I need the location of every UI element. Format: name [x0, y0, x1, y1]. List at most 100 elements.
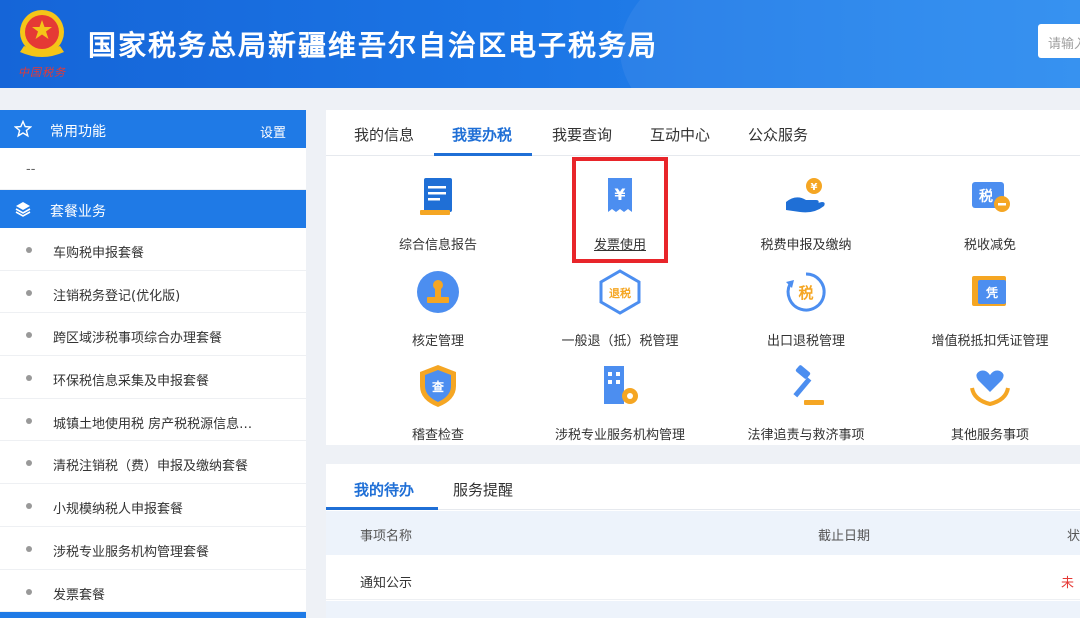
stamp-icon: [417, 271, 459, 313]
package-list: 车购税申报套餐 注销税务登记(优化版) 跨区域涉税事项综合办理套餐 环保税信息采…: [0, 228, 306, 613]
sidebar-next-header[interactable]: [0, 612, 306, 618]
layers-icon: [15, 202, 31, 217]
service-tax-reduction[interactable]: 税 税收减免: [910, 172, 1070, 253]
sidebar-item[interactable]: 发票套餐: [0, 570, 306, 613]
main-tabs: 我的信息 我要办税 我要查询 互动中心 公众服务: [326, 110, 1080, 156]
todo-panel: 我的待办 服务提醒 事项名称 截止日期 状 通知公示 未: [326, 464, 1080, 618]
active-tab-indicator: [326, 507, 438, 510]
service-audit-inspection[interactable]: 查 稽查检查: [358, 362, 518, 443]
settings-link[interactable]: 设置: [260, 122, 286, 141]
tab-service-reminder[interactable]: 服务提醒: [453, 479, 513, 500]
service-assessment[interactable]: 核定管理: [358, 268, 518, 349]
sidebar-package-label: 套餐业务: [50, 204, 106, 220]
sidebar-common-label: 常用功能: [50, 124, 106, 140]
sidebar-item[interactable]: 清税注销税（费）申报及缴纳套餐: [0, 441, 306, 485]
service-other[interactable]: 其他服务事项: [910, 362, 1070, 443]
document-report-icon: [420, 178, 452, 215]
service-label: 涉税专业服务机构管理: [554, 428, 685, 443]
tax-refund-icon: 退税: [599, 269, 641, 315]
sidebar: 常用功能 设置 -- 套餐业务 车购税申报套餐 注销税务登记(优化版) 跨区域涉…: [0, 110, 306, 618]
service-label: 出口退税管理: [766, 334, 845, 349]
service-panel: 我的信息 我要办税 我要查询 互动中心 公众服务 综合信息报告 ¥ 发票使用 ¥…: [326, 110, 1080, 445]
sidebar-item-label: 清税注销税（费）申报及缴纳套餐: [53, 459, 249, 475]
service-agency-management[interactable]: 涉税专业服务机构管理: [540, 362, 700, 443]
bullet-icon: [26, 545, 32, 552]
svg-text:凭: 凭: [985, 285, 998, 300]
sidebar-item-label: 城镇土地使用税 房产税税源信息…: [53, 416, 253, 432]
sidebar-item[interactable]: 小规模纳税人申报套餐: [0, 484, 306, 527]
service-label: 税收减免: [963, 238, 1016, 253]
bullet-icon: [26, 588, 32, 595]
svg-text:税: 税: [798, 284, 813, 302]
table-row: [326, 601, 1080, 618]
svg-text:¥: ¥: [811, 182, 818, 193]
service-label: 稽查检查: [411, 428, 464, 443]
service-label: 综合信息报告: [398, 238, 477, 253]
national-emblem-icon: [20, 10, 64, 57]
service-refund[interactable]: 退税 一般退（抵）税管理: [540, 268, 700, 349]
search-input[interactable]: 请输入: [1038, 24, 1080, 58]
bullet-icon: [26, 460, 32, 467]
sidebar-item-label: 注销税务登记(优化版): [53, 288, 181, 304]
sidebar-package-header[interactable]: 套餐业务: [0, 190, 306, 228]
service-legal-remedy[interactable]: 法律追责与救济事项: [726, 362, 886, 443]
voucher-icon: 凭: [972, 276, 1006, 306]
svg-text:退税: 退税: [609, 286, 631, 300]
bullet-icon: [26, 332, 32, 339]
bullet-icon: [26, 417, 32, 424]
service-comprehensive-report[interactable]: 综合信息报告: [358, 172, 518, 253]
sidebar-item-label: 跨区域涉税事项综合办理套餐: [53, 331, 223, 347]
sidebar-item[interactable]: 跨区域涉税事项综合办理套餐: [0, 313, 306, 357]
sidebar-item[interactable]: 城镇土地使用税 房产税税源信息…: [0, 399, 306, 442]
sidebar-item[interactable]: 涉税专业服务机构管理套餐: [0, 527, 306, 570]
service-label: 核定管理: [411, 334, 464, 349]
bullet-icon: [26, 375, 32, 382]
sidebar-item-label: 小规模纳税人申报套餐: [53, 502, 184, 518]
tab-do-tax[interactable]: 我要办税: [452, 124, 512, 145]
service-label: 增值税抵扣凭证管理: [931, 334, 1049, 349]
inspection-shield-icon: 查: [420, 365, 456, 407]
column-header: 状: [1067, 529, 1080, 544]
sidebar-item-label: 车购税申报套餐: [53, 246, 145, 261]
emblem-caption: 中国税务: [18, 66, 66, 79]
sidebar-item-label: 涉税专业服务机构管理套餐: [53, 544, 210, 560]
service-label: 税费申报及缴纳: [760, 238, 852, 253]
bullet-icon: [26, 289, 32, 296]
tab-public-service[interactable]: 公众服务: [748, 124, 808, 145]
service-label: 法律追责与救济事项: [747, 428, 865, 443]
todo-tabs: 我的待办 服务提醒: [326, 464, 1080, 510]
sidebar-item-label: 发票套餐: [53, 587, 106, 603]
service-label: 其他服务事项: [950, 428, 1029, 443]
bullet-icon: [26, 503, 32, 510]
table-header: 事项名称 截止日期 状: [326, 511, 1080, 555]
highlight-box: [572, 157, 668, 263]
active-tab-indicator: [434, 153, 532, 156]
svg-text:税: 税: [979, 188, 993, 205]
service-export-refund[interactable]: 税 出口退税管理: [726, 268, 886, 349]
todo-item-status: 未: [1061, 576, 1075, 591]
column-header: 事项名称: [360, 529, 413, 544]
column-header: 截止日期: [818, 529, 871, 544]
service-tax-declaration[interactable]: ¥ 税费申报及缴纳: [726, 172, 886, 253]
svg-text:查: 查: [431, 379, 445, 394]
tax-minus-icon: 税: [972, 182, 1010, 212]
site-header: 中国税务 国家税务总局新疆维吾尔自治区电子税务局 请输入: [0, 0, 1080, 88]
sidebar-item[interactable]: 注销税务登记(优化版): [0, 271, 306, 314]
building-gear-icon: [604, 366, 638, 404]
sidebar-item[interactable]: 车购税申报套餐: [0, 228, 306, 271]
tab-my-info[interactable]: 我的信息: [354, 124, 414, 145]
service-vat-voucher[interactable]: 凭 增值税抵扣凭证管理: [910, 268, 1070, 349]
bullet-icon: [26, 247, 32, 253]
tab-my-todo[interactable]: 我的待办: [354, 479, 414, 500]
tab-query[interactable]: 我要查询: [552, 124, 612, 145]
sidebar-item[interactable]: 环保税信息采集及申报套餐: [0, 356, 306, 399]
sidebar-item-label: 环保税信息采集及申报套餐: [53, 374, 210, 390]
export-refund-icon: 税: [786, 272, 826, 312]
star-icon: [14, 120, 32, 138]
common-placeholder: --: [0, 148, 306, 190]
hand-coin-icon: ¥: [786, 178, 825, 213]
sidebar-common-header[interactable]: 常用功能 设置: [0, 110, 306, 148]
tab-interaction[interactable]: 互动中心: [650, 124, 710, 145]
table-row[interactable]: 通知公示 未: [326, 556, 1080, 600]
gavel-icon: [793, 365, 824, 405]
